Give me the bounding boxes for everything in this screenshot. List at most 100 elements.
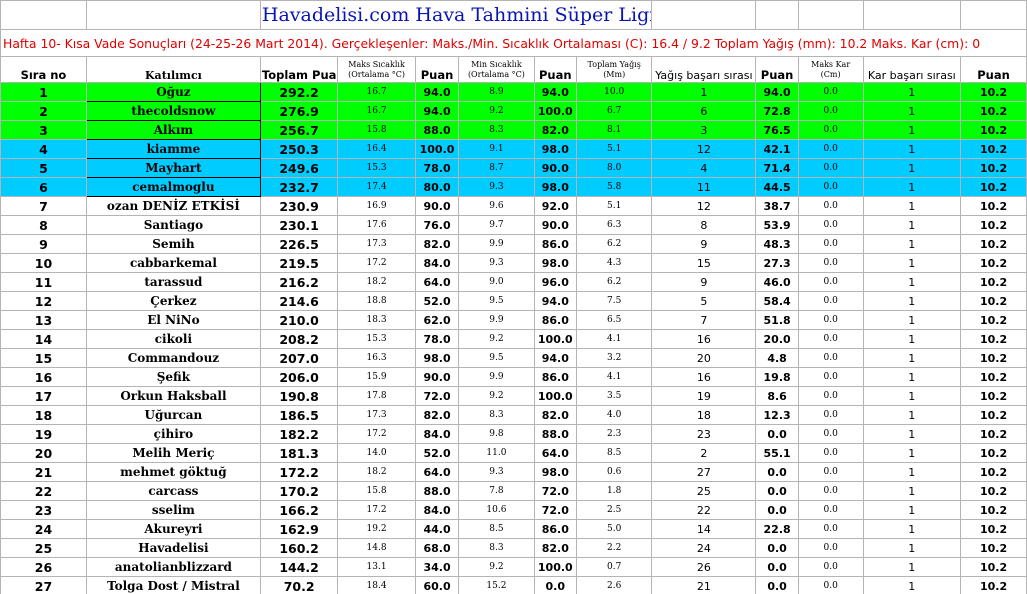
precip-points[interactable]: 22.8	[755, 519, 799, 539]
total-points[interactable]: 70.2	[259, 576, 339, 594]
snow-value[interactable]: 0.0	[797, 405, 864, 425]
precip-value[interactable]: 4.1	[575, 367, 653, 387]
min-temp-value[interactable]: 9.6	[458, 196, 535, 216]
max-temp-points[interactable]: 52.0	[414, 291, 460, 311]
min-temp-points[interactable]: 100.0	[533, 557, 578, 577]
snow-points[interactable]: 10.2	[960, 443, 1027, 463]
precip-value[interactable]: 8.5	[575, 443, 653, 463]
min-temp-value[interactable]: 8.5	[458, 519, 535, 539]
header-precip-rank[interactable]: Yağış başarı sırası	[651, 56, 757, 83]
snow-rank[interactable]: 1	[862, 367, 962, 387]
participant-name[interactable]: çihiro	[85, 424, 261, 444]
min-temp-value[interactable]: 9.5	[458, 348, 535, 368]
max-temp-value[interactable]: 16.9	[337, 196, 416, 216]
snow-rank[interactable]: 1	[862, 253, 962, 273]
snow-points[interactable]: 10.2	[960, 424, 1027, 444]
rank-cell[interactable]: 16	[0, 367, 87, 387]
snow-rank[interactable]: 1	[862, 348, 962, 368]
snow-points[interactable]: 10.2	[960, 101, 1027, 121]
precip-value[interactable]: 0.6	[575, 462, 653, 482]
max-temp-value[interactable]: 17.3	[337, 234, 416, 254]
rank-cell[interactable]: 14	[0, 329, 87, 349]
snow-points[interactable]: 10.2	[960, 576, 1027, 594]
participant-name[interactable]: Semih	[85, 234, 261, 254]
precip-value[interactable]: 5.1	[575, 196, 653, 216]
total-points[interactable]: 216.2	[259, 272, 339, 292]
min-temp-points[interactable]: 94.0	[533, 82, 578, 102]
max-temp-points[interactable]: 84.0	[414, 253, 460, 273]
max-temp-value[interactable]: 14.8	[337, 538, 416, 558]
snow-points[interactable]: 10.2	[960, 158, 1027, 178]
max-temp-value[interactable]: 16.7	[337, 101, 416, 121]
precip-points[interactable]: 55.1	[755, 443, 799, 463]
snow-points[interactable]: 10.2	[960, 329, 1027, 349]
max-temp-value[interactable]: 15.8	[337, 120, 416, 140]
precip-value[interactable]: 8.1	[575, 120, 653, 140]
max-temp-points[interactable]: 62.0	[414, 310, 460, 330]
total-points[interactable]: 190.8	[259, 386, 339, 406]
header-max-temp[interactable]: Maks Sıcaklık (Ortalama °C)	[337, 56, 416, 83]
snow-value[interactable]: 0.0	[797, 177, 864, 197]
precip-value[interactable]: 2.6	[575, 576, 653, 594]
snow-rank[interactable]: 1	[862, 82, 962, 102]
rank-cell[interactable]: 5	[0, 158, 87, 178]
snow-rank[interactable]: 1	[862, 424, 962, 444]
participant-name[interactable]: sselim	[85, 500, 261, 520]
min-temp-value[interactable]: 9.3	[458, 462, 535, 482]
rank-cell[interactable]: 8	[0, 215, 87, 235]
precip-points[interactable]: 71.4	[755, 158, 799, 178]
snow-rank[interactable]: 1	[862, 443, 962, 463]
precip-value[interactable]: 0.7	[575, 557, 653, 577]
max-temp-points[interactable]: 90.0	[414, 367, 460, 387]
header-points-snow[interactable]: Puan	[960, 56, 1027, 83]
max-temp-points[interactable]: 52.0	[414, 443, 460, 463]
min-temp-value[interactable]: 8.3	[458, 120, 535, 140]
total-points[interactable]: 160.2	[259, 538, 339, 558]
precip-value[interactable]: 10.0	[575, 82, 653, 102]
max-temp-points[interactable]: 34.0	[414, 557, 460, 577]
rank-cell[interactable]: 1	[0, 82, 87, 102]
precip-value[interactable]: 6.2	[575, 272, 653, 292]
precip-rank[interactable]: 12	[651, 196, 757, 216]
max-temp-points[interactable]: 68.0	[414, 538, 460, 558]
snow-points[interactable]: 10.2	[960, 462, 1027, 482]
max-temp-value[interactable]: 19.2	[337, 519, 416, 539]
min-temp-points[interactable]: 98.0	[533, 462, 578, 482]
header-points-max-temp[interactable]: Puan	[414, 56, 460, 83]
precip-value[interactable]: 6.2	[575, 234, 653, 254]
precip-points[interactable]: 38.7	[755, 196, 799, 216]
precip-points[interactable]: 53.9	[755, 215, 799, 235]
snow-points[interactable]: 10.2	[960, 215, 1027, 235]
precip-value[interactable]: 2.3	[575, 424, 653, 444]
precip-rank[interactable]: 8	[651, 215, 757, 235]
min-temp-points[interactable]: 90.0	[533, 215, 578, 235]
snow-points[interactable]: 10.2	[960, 196, 1027, 216]
max-temp-value[interactable]: 17.2	[337, 500, 416, 520]
precip-value[interactable]: 3.2	[575, 348, 653, 368]
participant-name[interactable]: Akureyri	[85, 519, 261, 539]
precip-value[interactable]: 4.0	[575, 405, 653, 425]
total-points[interactable]: 276.9	[259, 101, 339, 121]
precip-value[interactable]: 6.5	[575, 310, 653, 330]
min-temp-value[interactable]: 9.2	[458, 101, 535, 121]
precip-value[interactable]: 2.5	[575, 500, 653, 520]
snow-points[interactable]: 10.2	[960, 386, 1027, 406]
max-temp-points[interactable]: 76.0	[414, 215, 460, 235]
participant-name[interactable]: Orkun Haksball	[85, 386, 261, 406]
snow-value[interactable]: 0.0	[797, 462, 864, 482]
min-temp-value[interactable]: 9.0	[458, 272, 535, 292]
participant-name[interactable]: Şefik	[85, 367, 261, 387]
precip-value[interactable]: 1.8	[575, 481, 653, 501]
precip-points[interactable]: 12.3	[755, 405, 799, 425]
min-temp-value[interactable]: 8.3	[458, 405, 535, 425]
header-min-temp[interactable]: Min Sıcaklık (Ortalama °C)	[458, 56, 535, 83]
snow-value[interactable]: 0.0	[797, 329, 864, 349]
max-temp-value[interactable]: 18.2	[337, 462, 416, 482]
max-temp-points[interactable]: 64.0	[414, 462, 460, 482]
rank-cell[interactable]: 10	[0, 253, 87, 273]
max-temp-points[interactable]: 94.0	[414, 101, 460, 121]
snow-rank[interactable]: 1	[862, 272, 962, 292]
min-temp-points[interactable]: 100.0	[533, 329, 578, 349]
precip-rank[interactable]: 5	[651, 291, 757, 311]
total-points[interactable]: 186.5	[259, 405, 339, 425]
